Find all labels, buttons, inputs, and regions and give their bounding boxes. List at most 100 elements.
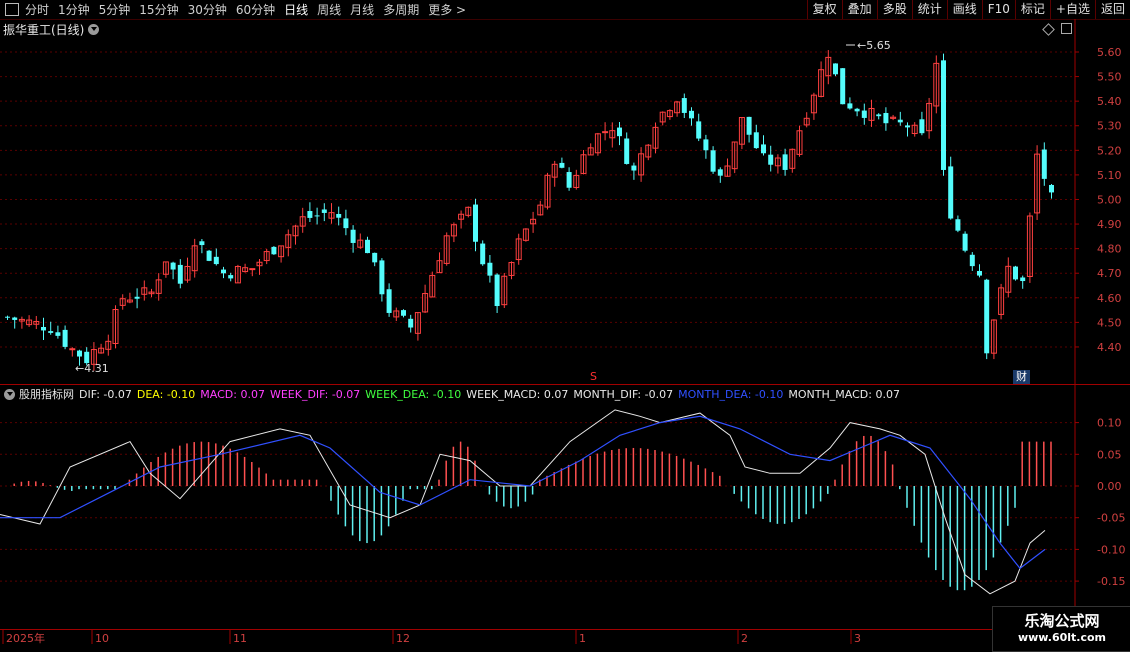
- candle-body: [710, 150, 716, 172]
- time-label: 10: [95, 632, 109, 645]
- candle-body: [213, 256, 219, 265]
- legend-item: WEEK_MACD: 0.07: [466, 387, 569, 401]
- candle-body: [307, 211, 313, 218]
- candle-body: [919, 119, 925, 134]
- candle-body: [854, 108, 860, 112]
- indicator-lines: [0, 409, 1046, 595]
- candle-body: [833, 63, 838, 75]
- time-label: 3: [854, 632, 861, 645]
- candle-body: [77, 350, 82, 357]
- candle-body: [379, 260, 385, 295]
- candle-body: [624, 138, 630, 164]
- time-label: 1: [579, 632, 586, 645]
- candle-body: [494, 274, 500, 307]
- time-label: 2025年: [6, 631, 45, 645]
- candle-body: [969, 254, 975, 267]
- s-marker: S: [590, 370, 597, 383]
- low-price-label: ←4.31: [75, 362, 109, 375]
- price-tick-label: 5.20: [1097, 144, 1122, 157]
- candle-body: [883, 112, 889, 124]
- candle-body: [12, 317, 18, 320]
- candle-body: [847, 103, 853, 109]
- candle-body: [696, 121, 702, 139]
- candle-body: [170, 262, 176, 270]
- candle-body: [408, 318, 414, 328]
- candle-body: [487, 262, 493, 276]
- kline-chart[interactable]: 5.60 5.50 5.40 5.30 5.20 5.10 5.00 4.90 4.80 4.70…: [0, 0, 1130, 650]
- candle-body: [941, 60, 946, 170]
- candle-body: [840, 68, 846, 105]
- candle-body: [753, 132, 759, 149]
- candle-body: [962, 233, 968, 251]
- dea-line: [0, 415, 1046, 570]
- price-tick-label: 4.50: [1097, 316, 1122, 329]
- legend-item: DIF: -0.07: [79, 387, 132, 401]
- candle-body: [401, 310, 406, 316]
- candle-body: [905, 125, 910, 128]
- candle-body: [199, 241, 205, 246]
- candle-body: [365, 239, 370, 254]
- legend-item: WEEK_DIF: -0.07: [269, 387, 361, 401]
- price-tick-label: 5.00: [1097, 193, 1122, 206]
- candle-body: [372, 252, 378, 263]
- high-price-label: ←5.65: [857, 39, 891, 52]
- indicator-name[interactable]: 股朋指标网: [19, 386, 74, 402]
- candle-body: [321, 209, 327, 213]
- indicator-tick-label: -0.05: [1097, 512, 1125, 525]
- candle-body: [350, 229, 356, 243]
- candle-body: [228, 275, 234, 279]
- candle-body: [271, 246, 277, 255]
- legend-item: MONTH_MACD: 0.07: [788, 387, 900, 401]
- square-icon[interactable]: [1061, 23, 1072, 34]
- price-tick-label: 4.80: [1097, 243, 1122, 256]
- candle-body: [876, 114, 882, 117]
- candle-body: [221, 269, 226, 274]
- candle-body: [62, 329, 68, 347]
- candle-body: [336, 213, 342, 218]
- candle-body: [617, 127, 622, 137]
- candle-body: [41, 327, 46, 331]
- price-tick-label: 4.70: [1097, 267, 1122, 280]
- time-label: 2: [741, 632, 748, 645]
- candle-body: [48, 331, 54, 333]
- candle-body: [761, 144, 766, 154]
- candle-body: [689, 110, 694, 119]
- indicator-tick-label: 0.00: [1097, 480, 1122, 493]
- finance-badge[interactable]: 财: [1013, 370, 1030, 384]
- candle-body: [782, 154, 788, 170]
- macd-histogram: [13, 435, 1052, 591]
- candle-body: [746, 116, 752, 135]
- legend-item: MONTH_DEA: -0.10: [678, 387, 784, 401]
- candle-body: [386, 289, 392, 313]
- candle-body: [343, 218, 349, 229]
- candle-body: [681, 98, 687, 113]
- indicator-tick-label: 0.05: [1097, 448, 1122, 461]
- candle-body: [480, 243, 486, 265]
- legend-item: DEA: -0.10: [136, 387, 196, 401]
- candle-body: [314, 215, 320, 217]
- candle-body: [984, 279, 990, 354]
- price-tick-label: 5.40: [1097, 95, 1122, 108]
- candle-body: [5, 316, 10, 318]
- candle-body: [1020, 277, 1026, 282]
- candle-body: [1041, 149, 1047, 179]
- candle-body: [602, 131, 609, 134]
- candle-body: [977, 270, 982, 276]
- price-tick-label: 5.50: [1097, 71, 1122, 84]
- candle-body: [955, 219, 961, 231]
- dropdown-icon[interactable]: [88, 24, 100, 35]
- candle-body: [249, 268, 256, 271]
- indicator-dropdown-icon[interactable]: [4, 388, 15, 400]
- candle-body: [1013, 266, 1018, 280]
- candle-body: [703, 139, 709, 151]
- time-label: 11: [233, 632, 247, 645]
- indicator-legend: 股朋指标网 DIF: -0.07 DEA: -0.10 MACD: 0.07 W…: [4, 386, 905, 402]
- candle-body: [69, 348, 76, 351]
- candle-body: [897, 119, 903, 123]
- price-tick-label: 4.40: [1097, 341, 1122, 354]
- candle-body: [1049, 184, 1054, 193]
- dif-line: [0, 409, 1046, 595]
- price-tick-label: 5.30: [1097, 120, 1122, 133]
- stock-name: 振华重工(日线): [3, 23, 85, 37]
- legend-item: MONTH_DIF: -0.07: [573, 387, 674, 401]
